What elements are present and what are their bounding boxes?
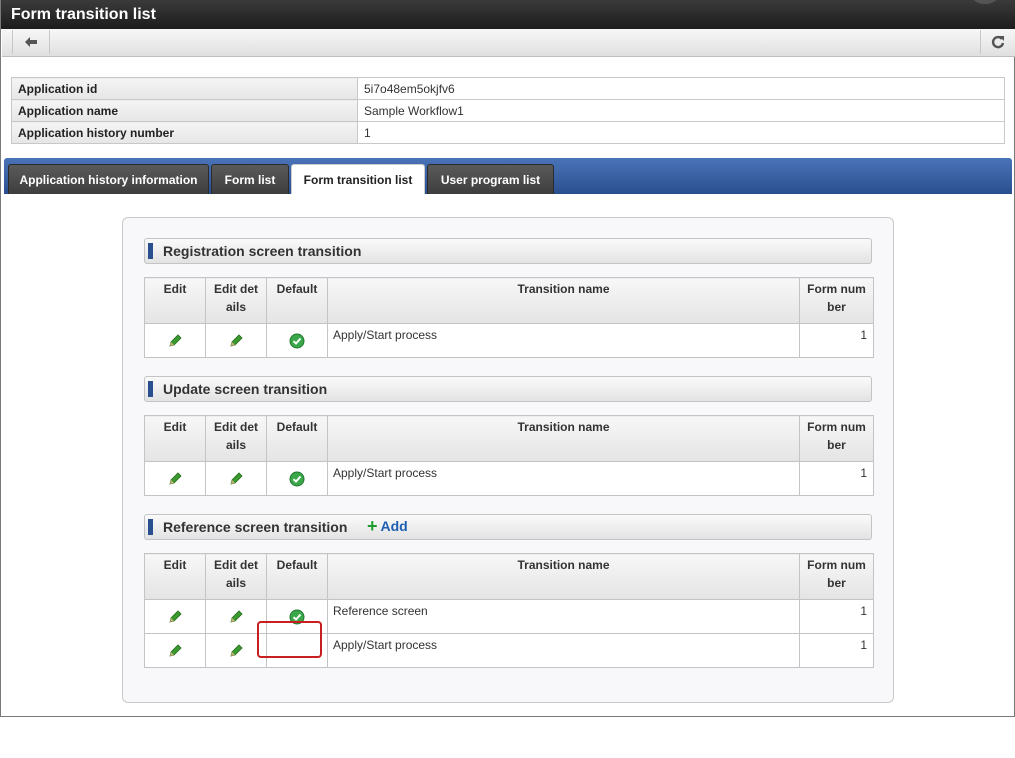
back-button[interactable] <box>12 30 50 54</box>
form-number: 1 <box>799 323 874 358</box>
registration-transition-section: Registration screen transition Edit Edit… <box>144 238 874 358</box>
pencil-icon[interactable] <box>167 609 183 625</box>
transition-name: Apply/Start process <box>327 461 800 496</box>
info-value: 5i7o48em5okjfv6 <box>357 77 1005 100</box>
edit-cell[interactable] <box>144 599 206 634</box>
table-header-row: Edit Edit det ails Default Transition na… <box>144 415 874 462</box>
plus-icon: + <box>367 516 378 536</box>
pencil-icon[interactable] <box>167 471 183 487</box>
transition-name: Apply/Start process <box>327 633 800 668</box>
info-row: Application name Sample Workflow1 <box>11 99 1005 122</box>
form-number: 1 <box>799 461 874 496</box>
tab-bar: Application history information Form lis… <box>4 158 1012 194</box>
default-cell <box>266 323 328 358</box>
col-form-number: Form num ber <box>799 415 874 462</box>
edit-cell[interactable] <box>144 461 206 496</box>
tab-form-transition-list[interactable]: Form transition list <box>291 164 425 194</box>
col-default: Default <box>266 415 328 462</box>
title-bar: Form transition list <box>1 0 1015 29</box>
update-transition-section: Update screen transition Edit Edit det a… <box>144 376 874 496</box>
pencil-icon[interactable] <box>228 471 244 487</box>
tab-form-list[interactable]: Form list <box>211 164 289 194</box>
check-circle-icon <box>289 471 305 486</box>
add-transition-button[interactable]: + Add <box>367 516 408 536</box>
col-edit-details: Edit det ails <box>205 553 267 600</box>
pencil-icon[interactable] <box>167 333 183 349</box>
pencil-icon[interactable] <box>228 609 244 625</box>
transition-table: Edit Edit det ails Default Transition na… <box>144 553 874 668</box>
edit-cell[interactable] <box>144 633 206 668</box>
pencil-icon[interactable] <box>228 333 244 349</box>
col-edit: Edit <box>144 553 206 600</box>
section-accent-bar <box>148 381 153 397</box>
section-header: Reference screen transition + Add <box>144 514 872 540</box>
col-edit: Edit <box>144 277 206 324</box>
col-form-number: Form num ber <box>799 553 874 600</box>
app-window: Form transition list Application id 5i7o… <box>0 0 1015 717</box>
table-header-row: Edit Edit det ails Default Transition na… <box>144 553 874 600</box>
add-label: Add <box>380 518 408 534</box>
refresh-icon <box>991 35 1005 49</box>
info-key: Application id <box>11 77 358 100</box>
application-info-table: Application id 5i7o48em5okjfv6 Applicati… <box>11 77 1005 144</box>
section-title: Update screen transition <box>163 381 328 397</box>
edit-cell[interactable] <box>144 323 206 358</box>
col-edit-details: Edit det ails <box>205 415 267 462</box>
tab-application-history-information[interactable]: Application history information <box>8 164 209 194</box>
window-title: Form transition list <box>11 6 156 23</box>
pencil-icon[interactable] <box>228 643 244 659</box>
form-number: 1 <box>799 633 874 668</box>
check-circle-icon <box>289 333 305 348</box>
table-row: Apply/Start process 1 <box>144 461 874 496</box>
col-default: Default <box>266 277 328 324</box>
col-form-number: Form num ber <box>799 277 874 324</box>
table-header-row: Edit Edit det ails Default Transition na… <box>144 277 874 324</box>
transition-name: Apply/Start process <box>327 323 800 358</box>
reference-transition-section: Reference screen transition + Add Edit E… <box>144 514 874 668</box>
info-key: Application history number <box>11 121 358 144</box>
info-key: Application name <box>11 99 358 122</box>
col-edit-details: Edit det ails <box>205 277 267 324</box>
transition-panel: Registration screen transition Edit Edit… <box>122 217 894 703</box>
col-default: Default <box>266 553 328 600</box>
section-accent-bar <box>148 519 153 535</box>
info-value: Sample Workflow1 <box>357 99 1005 122</box>
section-header: Registration screen transition <box>144 238 872 264</box>
pencil-icon[interactable] <box>167 643 183 659</box>
section-title: Reference screen transition <box>163 519 348 535</box>
transition-name: Reference screen <box>327 599 800 634</box>
col-transition-name: Transition name <box>327 277 800 324</box>
col-transition-name: Transition name <box>327 415 800 462</box>
info-row: Application id 5i7o48em5okjfv6 <box>11 77 1005 100</box>
info-row: Application history number 1 <box>11 121 1005 144</box>
section-header: Update screen transition <box>144 376 872 402</box>
info-value: 1 <box>357 121 1005 144</box>
form-number: 1 <box>799 599 874 634</box>
default-cell <box>266 461 328 496</box>
col-edit: Edit <box>144 415 206 462</box>
tab-user-program-list[interactable]: User program list <box>427 164 554 194</box>
col-transition-name: Transition name <box>327 553 800 600</box>
table-row: Reference screen 1 <box>144 599 874 634</box>
window-corner-decoration <box>972 0 998 4</box>
arrow-left-icon <box>25 37 37 47</box>
transition-table: Edit Edit det ails Default Transition na… <box>144 277 874 358</box>
table-row: Apply/Start process 1 <box>144 633 874 668</box>
table-row: Apply/Start process 1 <box>144 323 874 358</box>
reload-button[interactable] <box>980 30 1015 54</box>
transition-table: Edit Edit det ails Default Transition na… <box>144 415 874 496</box>
edit-details-cell[interactable] <box>205 461 267 496</box>
section-accent-bar <box>148 243 153 259</box>
toolbar <box>2 29 1015 57</box>
edit-details-cell[interactable] <box>205 323 267 358</box>
section-title: Registration screen transition <box>163 243 362 259</box>
highlight-box <box>257 621 322 658</box>
